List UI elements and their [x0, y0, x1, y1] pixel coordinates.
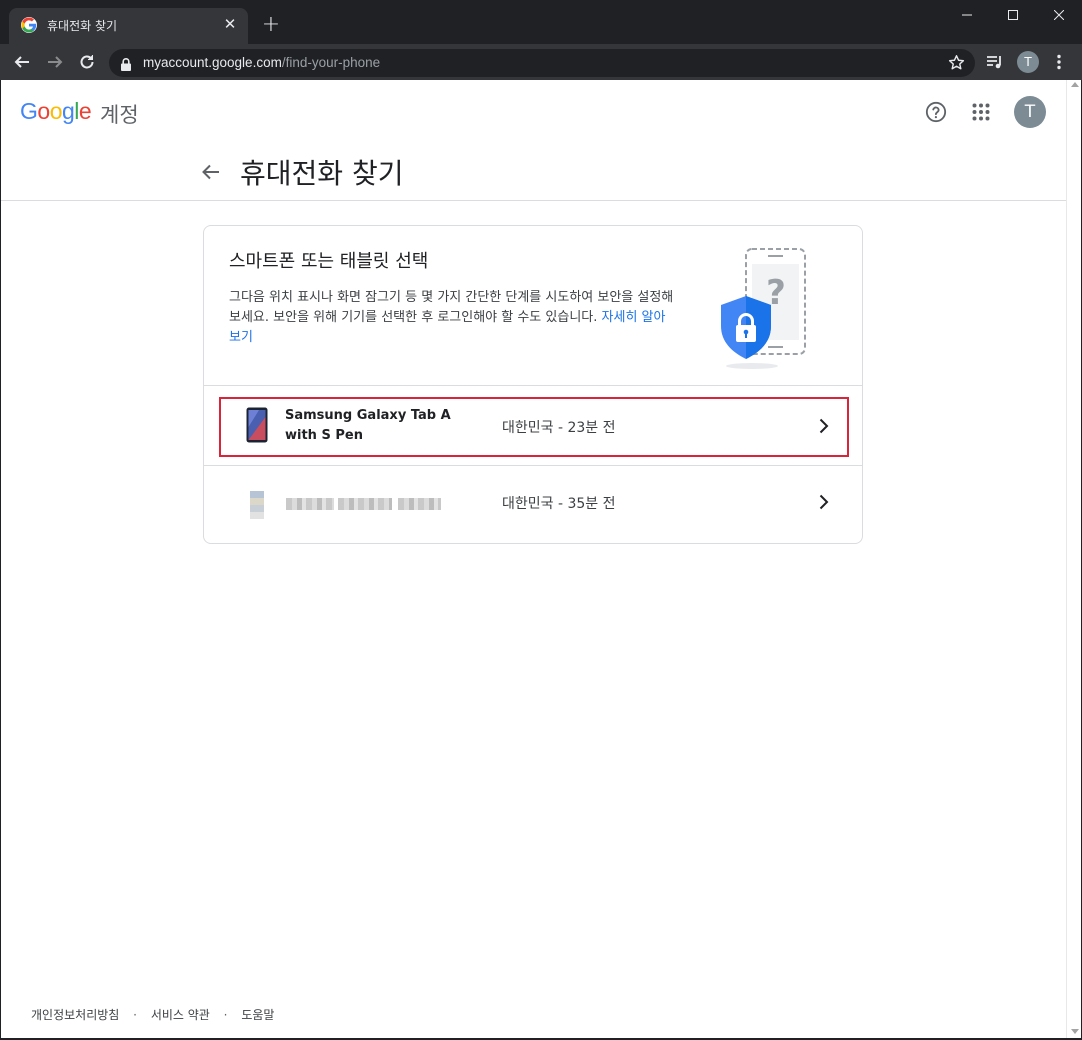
phone-security-illustration: ? [716, 246, 816, 375]
url-path: /find-your-phone [281, 55, 381, 70]
help-icon[interactable] [925, 101, 947, 127]
tablet-icon [246, 407, 268, 447]
url-text: myaccount.google.com/find-your-phone [143, 55, 380, 70]
terms-link[interactable]: 서비스 약관 [151, 1008, 210, 1022]
header-divider [1, 200, 1066, 201]
device-name: Samsung Galaxy Tab A with S Pen [285, 408, 451, 443]
reload-icon[interactable] [74, 49, 100, 75]
page-scrollbar[interactable] [1066, 80, 1081, 1038]
scroll-up-icon[interactable] [1071, 82, 1079, 87]
address-bar[interactable]: myaccount.google.com/find-your-phone [109, 49, 975, 77]
logo-letter: g [61, 98, 75, 124]
product-name[interactable]: 계정 [100, 99, 139, 129]
phone-icon [250, 491, 264, 523]
browser-menu-icon[interactable] [1046, 49, 1072, 75]
back-arrow-icon[interactable] [201, 162, 221, 186]
card-divider [204, 385, 862, 386]
footer: 개인정보처리방침 · 서비스 약관 · 도움말 [31, 1006, 284, 1023]
tab-close-icon[interactable]: ✕ [220, 14, 240, 34]
google-favicon-icon [21, 17, 37, 33]
tab-title: 휴대전화 찾기 [47, 19, 118, 33]
forward-icon[interactable] [42, 49, 68, 75]
google-logo[interactable]: Google [20, 98, 92, 125]
footer-separator: · [133, 1008, 137, 1022]
minimize-icon[interactable] [944, 0, 990, 30]
url-host: myaccount.google.com [143, 55, 282, 70]
tab-strip: 휴대전화 찾기 ✕ + [0, 0, 1082, 44]
logo-letter: e [78, 98, 92, 124]
logo-letter: o [37, 98, 50, 124]
browser-toolbar: myaccount.google.com/find-your-phone T [0, 44, 1082, 80]
blurred-device-name [398, 498, 441, 510]
apps-grid-icon[interactable] [972, 103, 990, 125]
logo-letter: o [49, 98, 63, 124]
bookmark-star-icon[interactable] [948, 54, 965, 75]
media-queue-icon[interactable] [982, 49, 1008, 75]
scroll-down-icon[interactable] [1071, 1029, 1079, 1034]
chevron-right-icon[interactable] [819, 418, 829, 438]
profile-avatar[interactable]: T [1017, 51, 1039, 73]
window-close-icon[interactable] [1036, 0, 1082, 30]
blurred-device-name [338, 498, 392, 510]
lock-icon[interactable] [121, 56, 131, 75]
device-row-hidden[interactable]: 대한민국 - 35분 전 [204, 466, 862, 542]
logo-letter: G [20, 98, 38, 124]
page-title: 휴대전화 찾기 [240, 157, 404, 190]
card-title: 스마트폰 또는 태블릿 선택 [229, 251, 429, 272]
page-content: Google 계정 T 휴대전화 찾기 스마트폰 또는 태블릿 선택 그다음 위… [1, 80, 1066, 1038]
back-icon[interactable] [9, 49, 35, 75]
device-location: 대한민국 - 35분 전 [502, 496, 616, 512]
device-row-galaxy-tab[interactable]: Samsung Galaxy Tab A with S Pen 대한민국 - 2… [218, 396, 850, 458]
browser-tab[interactable]: 휴대전화 찾기 ✕ [9, 8, 248, 44]
footer-separator: · [223, 1008, 228, 1022]
card-description: 그다음 위치 표시나 화면 잠그기 등 몇 가지 간단한 단계를 시도하여 보안… [229, 288, 674, 348]
new-tab-button[interactable]: + [259, 13, 283, 37]
blurred-device-name [286, 498, 334, 510]
device-select-card: 스마트폰 또는 태블릿 선택 그다음 위치 표시나 화면 잠그기 등 몇 가지 … [203, 225, 863, 544]
account-avatar[interactable]: T [1014, 96, 1046, 128]
help-link[interactable]: 도움말 [241, 1008, 274, 1022]
device-location: 대한민국 - 23분 전 [502, 420, 616, 436]
chevron-right-icon[interactable] [819, 494, 829, 514]
privacy-link[interactable]: 개인정보처리방침 [31, 1008, 119, 1022]
maximize-icon[interactable] [990, 0, 1036, 30]
